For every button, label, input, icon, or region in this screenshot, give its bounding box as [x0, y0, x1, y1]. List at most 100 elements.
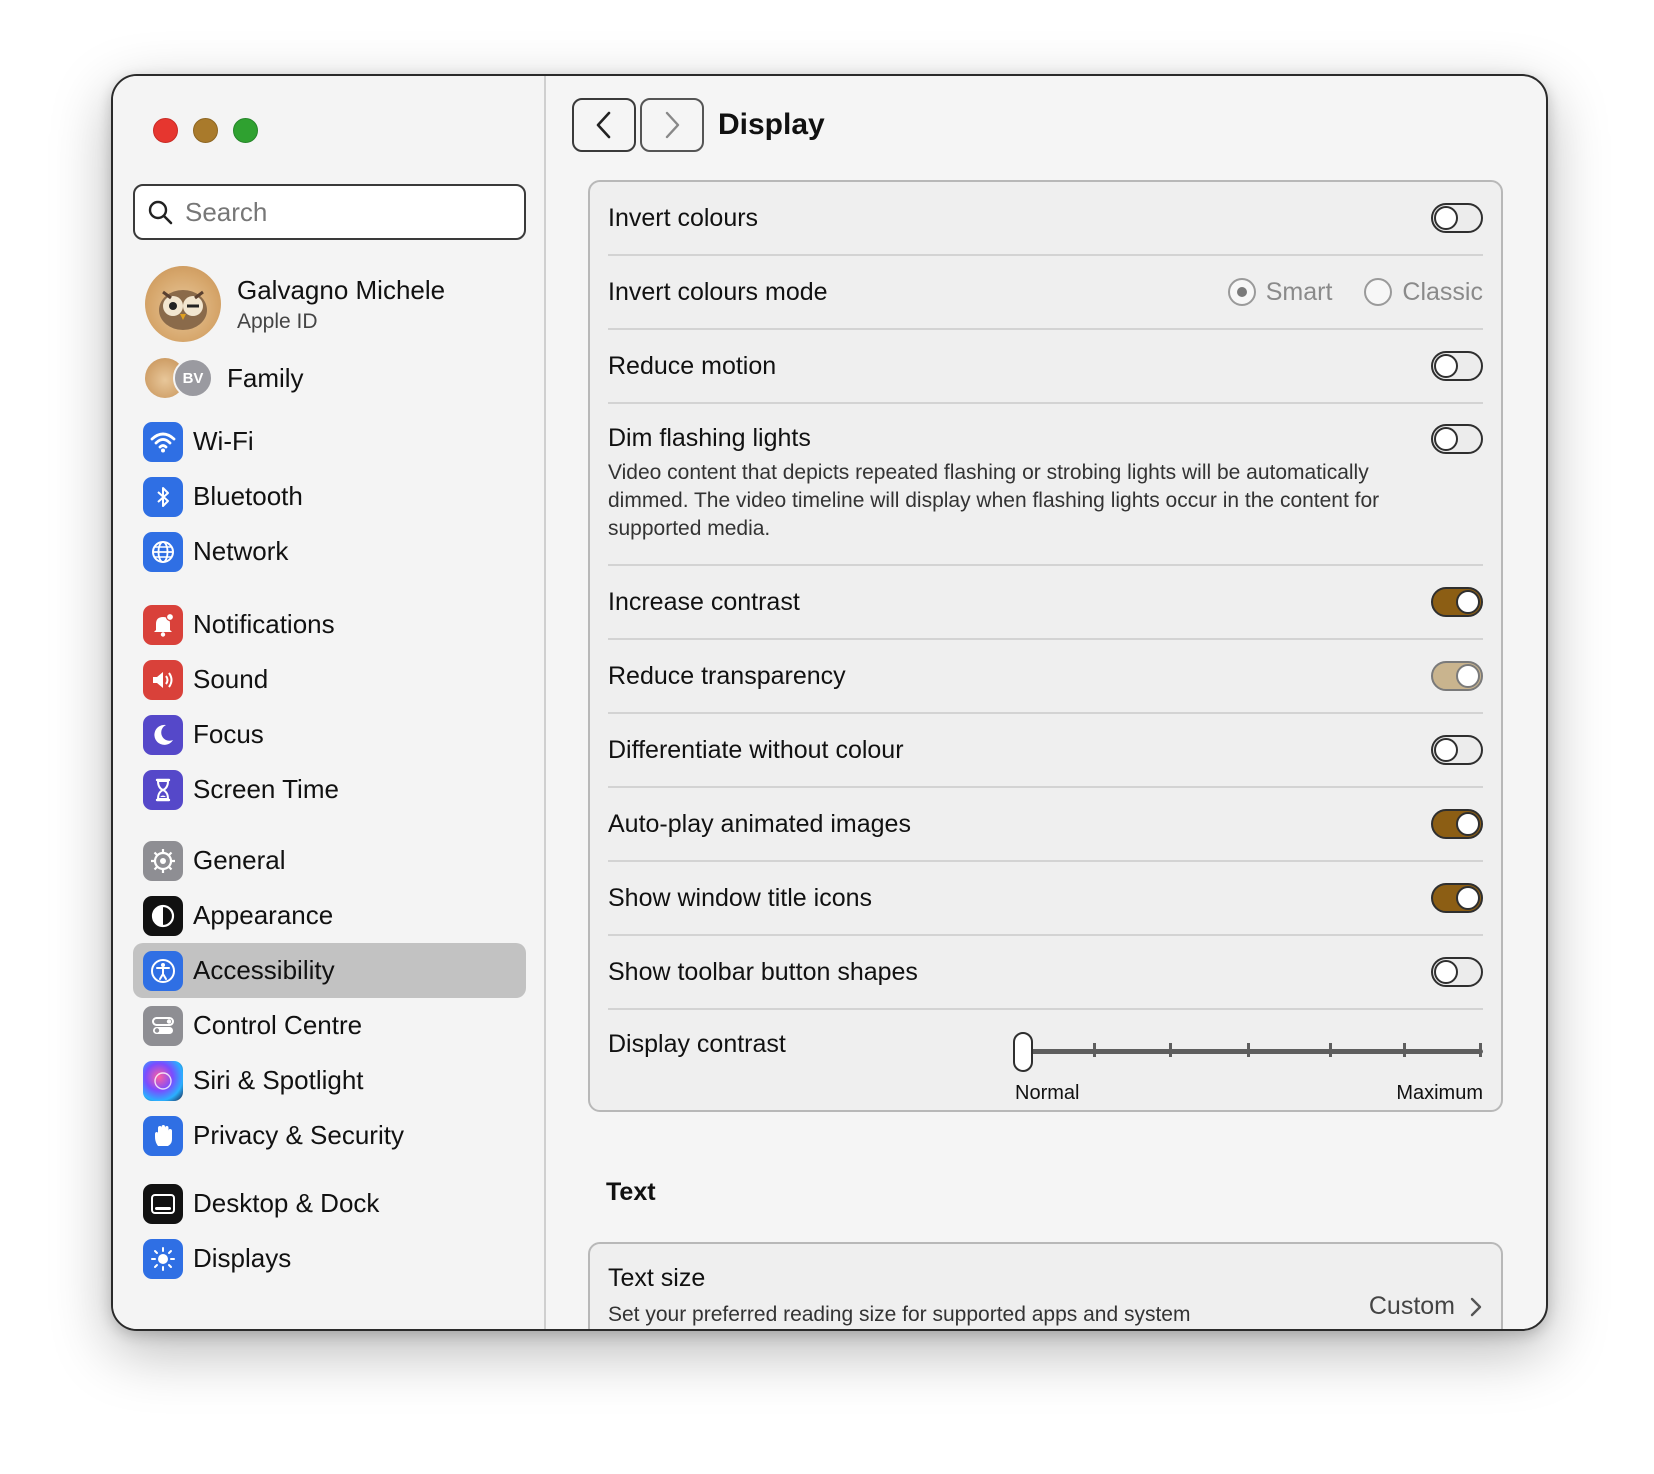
- dock-icon: [143, 1183, 183, 1224]
- text-size-description: Set your preferred reading size for supp…: [608, 1303, 1191, 1326]
- main-content: Display Invert colours Invert colours mo…: [548, 76, 1546, 1329]
- radio-selected-indicator: [1227, 278, 1256, 306]
- sidebar-item-screen-time[interactable]: Screen Time: [133, 762, 526, 817]
- sidebar-item-bluetooth[interactable]: Bluetooth: [133, 469, 526, 524]
- sidebar-item-focus[interactable]: Focus: [133, 707, 526, 762]
- search-input[interactable]: [185, 196, 505, 228]
- differentiate-toggle[interactable]: [1431, 735, 1483, 765]
- chevron-right-icon: [1470, 1297, 1482, 1316]
- bell-icon: [143, 604, 183, 645]
- sidebar-item-siri-spotlight[interactable]: Siri & Spotlight: [133, 1053, 526, 1108]
- family-avatar-initials: BV: [173, 358, 213, 398]
- slider-tick: [1093, 1043, 1096, 1057]
- display-contrast-slider[interactable]: Normal Maximum: [1013, 1030, 1483, 1104]
- dim-flashing-toggle[interactable]: [1431, 424, 1483, 454]
- hourglass-icon: [143, 769, 183, 810]
- moon-icon: [143, 714, 183, 755]
- slider-thumb[interactable]: [1013, 1032, 1033, 1072]
- sun-icon: [143, 1238, 183, 1279]
- hand-icon: [143, 1115, 183, 1156]
- chevron-left-icon: [596, 111, 611, 139]
- wifi-icon: [143, 421, 183, 462]
- toolbar-shapes-row: Show toolbar button shapes: [608, 936, 1483, 1010]
- speaker-icon: [143, 659, 183, 700]
- toolbar-shapes-toggle[interactable]: [1431, 957, 1483, 987]
- siri-icon: [143, 1060, 183, 1101]
- settings-window: Galvagno Michele Apple ID BV Family Wi-F…: [111, 74, 1548, 1331]
- invert-mode-classic-radio[interactable]: Classic: [1364, 278, 1483, 307]
- invert-mode-row: Invert colours mode Smart Classic: [608, 256, 1483, 330]
- accessibility-icon: [143, 950, 183, 991]
- sidebar-item-appearance[interactable]: Appearance: [133, 888, 526, 943]
- increase-contrast-row: Increase contrast: [608, 566, 1483, 640]
- sidebar-item-accessibility[interactable]: Accessibility: [133, 943, 526, 998]
- sidebar-item-label: Screen Time: [193, 774, 339, 804]
- autoplay-toggle[interactable]: [1431, 809, 1483, 839]
- sidebar-item-label: Network: [193, 536, 289, 566]
- profile-subtitle: Apple ID: [237, 309, 318, 333]
- increase-contrast-toggle[interactable]: [1431, 587, 1483, 617]
- reduce-transparency-label: Reduce transparency: [608, 661, 846, 690]
- slider-track: [1019, 1049, 1483, 1054]
- globe-icon: [143, 531, 183, 572]
- sidebar: Galvagno Michele Apple ID BV Family Wi-F…: [113, 76, 546, 1329]
- sidebar-item-label: Sound: [193, 664, 269, 694]
- sidebar-item-wifi[interactable]: Wi-Fi: [133, 414, 526, 469]
- close-window-button[interactable]: [153, 118, 178, 143]
- text-size-value: Custom: [1368, 1292, 1455, 1320]
- family-item[interactable]: BV Family: [145, 358, 304, 398]
- title-icons-row: Show window title icons: [608, 862, 1483, 936]
- radio-label: Classic: [1402, 277, 1483, 306]
- sidebar-item-control-centre[interactable]: Control Centre: [133, 998, 526, 1053]
- window-controls: [153, 118, 258, 143]
- radio-label: Smart: [1265, 277, 1333, 306]
- differentiate-row: Differentiate without colour: [608, 714, 1483, 788]
- text-section-title: Text: [606, 1178, 656, 1206]
- text-size-label: Text size: [608, 1264, 706, 1292]
- sidebar-item-notifications[interactable]: Notifications: [133, 597, 526, 652]
- title-icons-label: Show window title icons: [608, 883, 873, 912]
- search-field[interactable]: [133, 184, 526, 240]
- title-icons-toggle[interactable]: [1431, 883, 1483, 913]
- dim-flashing-row: Dim flashing lights Video content that d…: [608, 404, 1483, 566]
- reduce-transparency-toggle[interactable]: [1431, 661, 1483, 691]
- sidebar-group-notifications: Notifications Sound Focus Screen Time: [133, 597, 526, 817]
- back-button[interactable]: [572, 98, 636, 152]
- bluetooth-icon: [143, 476, 183, 517]
- sidebar-item-privacy-security[interactable]: Privacy & Security: [133, 1108, 526, 1163]
- sidebar-item-desktop-dock[interactable]: Desktop & Dock: [133, 1176, 526, 1231]
- text-size-panel[interactable]: Text size Set your preferred reading siz…: [588, 1242, 1503, 1329]
- family-label: Family: [227, 362, 304, 393]
- minimize-window-button[interactable]: [193, 118, 218, 143]
- sidebar-item-label: Appearance: [193, 900, 334, 930]
- autoplay-row: Auto-play animated images: [608, 788, 1483, 862]
- history-navigation: [572, 98, 704, 152]
- reduce-motion-toggle[interactable]: [1431, 351, 1483, 381]
- invert-colours-toggle[interactable]: [1431, 203, 1483, 233]
- sidebar-item-sound[interactable]: Sound: [133, 652, 526, 707]
- display-settings-panel: Invert colours Invert colours mode Smart…: [588, 180, 1503, 1112]
- invert-mode-radio-group: Smart Classic: [1227, 277, 1483, 307]
- family-avatars: BV: [145, 358, 215, 398]
- sidebar-item-label: Control Centre: [193, 1010, 363, 1040]
- sidebar-item-label: Bluetooth: [193, 481, 303, 511]
- sidebar-group-desktop: Desktop & Dock Displays: [133, 1176, 526, 1286]
- invert-mode-smart-radio[interactable]: Smart: [1227, 277, 1333, 307]
- reduce-motion-label: Reduce motion: [608, 351, 777, 380]
- slider-min-label: Normal: [1015, 1082, 1080, 1104]
- switches-icon: [143, 1005, 183, 1046]
- reduce-transparency-row: Reduce transparency: [608, 640, 1483, 714]
- sidebar-item-label: Wi-Fi: [193, 426, 254, 456]
- zoom-window-button[interactable]: [233, 118, 258, 143]
- owl-avatar-icon: [159, 290, 207, 330]
- sidebar-item-label: Accessibility: [193, 955, 335, 985]
- slider-tick: [1403, 1043, 1406, 1057]
- sidebar-item-network[interactable]: Network: [133, 524, 526, 579]
- display-contrast-row: Display contrast Normal Maximum: [608, 1010, 1483, 1114]
- sidebar-item-label: Focus: [193, 719, 264, 749]
- invert-mode-label: Invert colours mode: [608, 277, 828, 306]
- sidebar-item-displays[interactable]: Displays: [133, 1231, 526, 1286]
- apple-id-profile[interactable]: Galvagno Michele Apple ID: [145, 266, 445, 342]
- forward-button[interactable]: [640, 98, 704, 152]
- sidebar-item-general[interactable]: General: [133, 833, 526, 888]
